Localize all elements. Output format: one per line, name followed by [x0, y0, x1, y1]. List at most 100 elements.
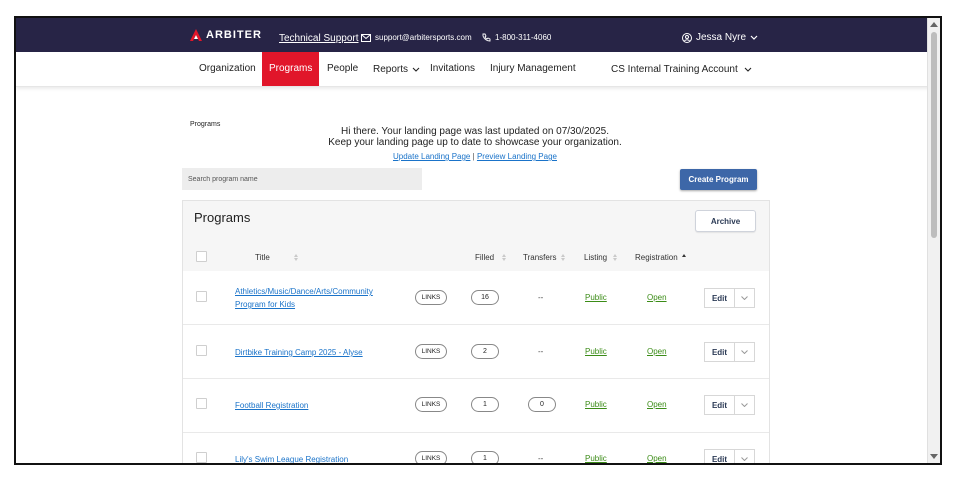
user-name: Jessa Nyre: [696, 32, 747, 43]
program-title-link[interactable]: Athletics/Music/Dance/Arts/Community Pro…: [235, 285, 395, 311]
browser-frame: ARBITER Technical Support support@arbite…: [14, 16, 942, 465]
update-landing-page-link[interactable]: Update Landing Page: [393, 152, 470, 161]
listing-status-link[interactable]: Public: [585, 293, 607, 302]
row-checkbox[interactable]: [196, 398, 207, 409]
landing-links: Update Landing Page | Preview Landing Pa…: [316, 152, 634, 161]
row-checkbox[interactable]: [196, 291, 207, 302]
links-button[interactable]: LINKS: [415, 397, 447, 412]
program-title-link[interactable]: Lily's Swim League Registration: [235, 453, 395, 463]
listing-status-link[interactable]: Public: [585, 454, 607, 463]
edit-menu-toggle[interactable]: [735, 395, 755, 415]
edit-split-button: Edit: [704, 288, 755, 308]
landing-line-1: Hi there. Your landing page was last upd…: [341, 126, 609, 137]
edit-button[interactable]: Edit: [704, 395, 735, 415]
search-input[interactable]: [182, 168, 422, 190]
listing-status-link[interactable]: Public: [585, 400, 607, 409]
registration-status-link[interactable]: Open: [647, 454, 667, 463]
nav-organization[interactable]: Organization: [192, 52, 263, 86]
brand-logo[interactable]: ARBITER: [190, 29, 262, 41]
phone-text: 1-800-311-4060: [495, 33, 552, 42]
main-nav: Organization Programs People Reports Inv…: [16, 52, 930, 87]
sort-icon: [502, 254, 507, 261]
column-listing[interactable]: Listing: [584, 253, 618, 262]
filled-count[interactable]: 1: [471, 397, 499, 412]
table-row[interactable]: Dirtbike Training Camp 2025 - Alyse LINK…: [183, 325, 769, 379]
edit-menu-toggle[interactable]: [735, 288, 755, 308]
registration-status-link[interactable]: Open: [647, 347, 667, 356]
landing-line-2: Keep your landing page up to date to sho…: [328, 137, 622, 148]
edit-button[interactable]: Edit: [704, 342, 735, 362]
arbiter-logo-icon: [190, 29, 206, 41]
breadcrumb: Programs: [190, 121, 221, 128]
program-title-link[interactable]: Dirtbike Training Camp 2025 - Alyse: [235, 346, 395, 359]
sort-icon: [613, 254, 618, 261]
edit-split-button: Edit: [704, 449, 755, 463]
chevron-down-icon: [741, 296, 748, 300]
links-button[interactable]: LINKS: [415, 290, 447, 305]
nav-reports[interactable]: Reports: [366, 52, 427, 86]
links-button[interactable]: LINKS: [415, 451, 447, 463]
column-listing-label: Listing: [584, 253, 608, 262]
listing-status-link[interactable]: Public: [585, 347, 607, 356]
transfers-value: --: [538, 293, 544, 302]
account-selector[interactable]: CS Internal Training Account: [604, 52, 759, 86]
registration-status-link[interactable]: Open: [647, 293, 667, 302]
filled-count[interactable]: 2: [471, 344, 499, 359]
brand-name: ARBITER: [206, 29, 262, 41]
chevron-down-icon: [412, 67, 420, 72]
edit-menu-toggle[interactable]: [735, 342, 755, 362]
row-checkbox[interactable]: [196, 345, 207, 356]
support-email[interactable]: support@arbitersports.com: [361, 33, 472, 42]
row-checkbox[interactable]: [196, 452, 207, 463]
links-button[interactable]: LINKS: [415, 344, 447, 359]
sort-icon: [293, 254, 298, 261]
vertical-scrollbar[interactable]: [927, 18, 940, 463]
chevron-down-icon: [750, 35, 758, 40]
top-bar: ARBITER Technical Support support@arbite…: [16, 18, 930, 52]
filled-count[interactable]: 1: [471, 451, 499, 463]
chevron-down-icon: [741, 403, 748, 407]
scroll-down-arrow-icon[interactable]: [930, 454, 938, 459]
edit-split-button: Edit: [704, 342, 755, 362]
nav-invitations[interactable]: Invitations: [423, 52, 482, 86]
column-registration-label: Registration: [635, 253, 678, 262]
scroll-up-arrow-icon[interactable]: [930, 22, 938, 27]
user-circle-icon: [682, 32, 692, 43]
preview-landing-page-link[interactable]: Preview Landing Page: [477, 152, 557, 161]
nav-reports-label: Reports: [373, 63, 409, 75]
sort-asc-icon: [681, 253, 686, 257]
account-name: CS Internal Training Account: [611, 63, 738, 75]
chevron-down-icon: [741, 350, 748, 354]
technical-support-link[interactable]: Technical Support: [279, 33, 359, 44]
nav-people[interactable]: People: [320, 52, 365, 86]
create-program-button[interactable]: Create Program: [680, 169, 757, 190]
table-row[interactable]: Athletics/Music/Dance/Arts/Community Pro…: [183, 271, 769, 325]
filled-count[interactable]: 16: [471, 290, 499, 305]
edit-button[interactable]: Edit: [704, 449, 735, 463]
transfers-value: --: [538, 347, 544, 356]
edit-menu-toggle[interactable]: [735, 449, 755, 463]
column-transfers[interactable]: Transfers: [523, 253, 565, 262]
registration-status-link[interactable]: Open: [647, 400, 667, 409]
column-title-label: Title: [255, 253, 270, 262]
table-row[interactable]: Football Registration LINKS 1 0 Public O…: [183, 379, 769, 433]
programs-panel: Programs Archive Title Filled Transfers …: [182, 200, 770, 463]
chevron-down-icon: [744, 67, 752, 72]
transfers-count[interactable]: 0: [528, 397, 556, 412]
archive-button[interactable]: Archive: [695, 210, 756, 232]
link-separator: |: [472, 152, 475, 161]
scroll-thumb[interactable]: [931, 32, 937, 238]
column-registration[interactable]: Registration: [635, 253, 686, 262]
edit-button[interactable]: Edit: [704, 288, 735, 308]
nav-injury-management[interactable]: Injury Management: [483, 52, 583, 86]
select-all-checkbox[interactable]: [196, 251, 207, 262]
phone-icon: [482, 33, 491, 42]
nav-programs[interactable]: Programs: [262, 52, 320, 86]
program-title-link[interactable]: Football Registration: [235, 399, 395, 412]
table-row[interactable]: Lily's Swim League Registration LINKS 1 …: [183, 433, 769, 463]
panel-title: Programs: [194, 210, 251, 225]
support-phone[interactable]: 1-800-311-4060: [482, 33, 551, 42]
user-menu[interactable]: Jessa Nyre: [682, 32, 758, 43]
column-filled[interactable]: Filled: [475, 253, 507, 262]
column-title[interactable]: Title: [255, 253, 298, 262]
